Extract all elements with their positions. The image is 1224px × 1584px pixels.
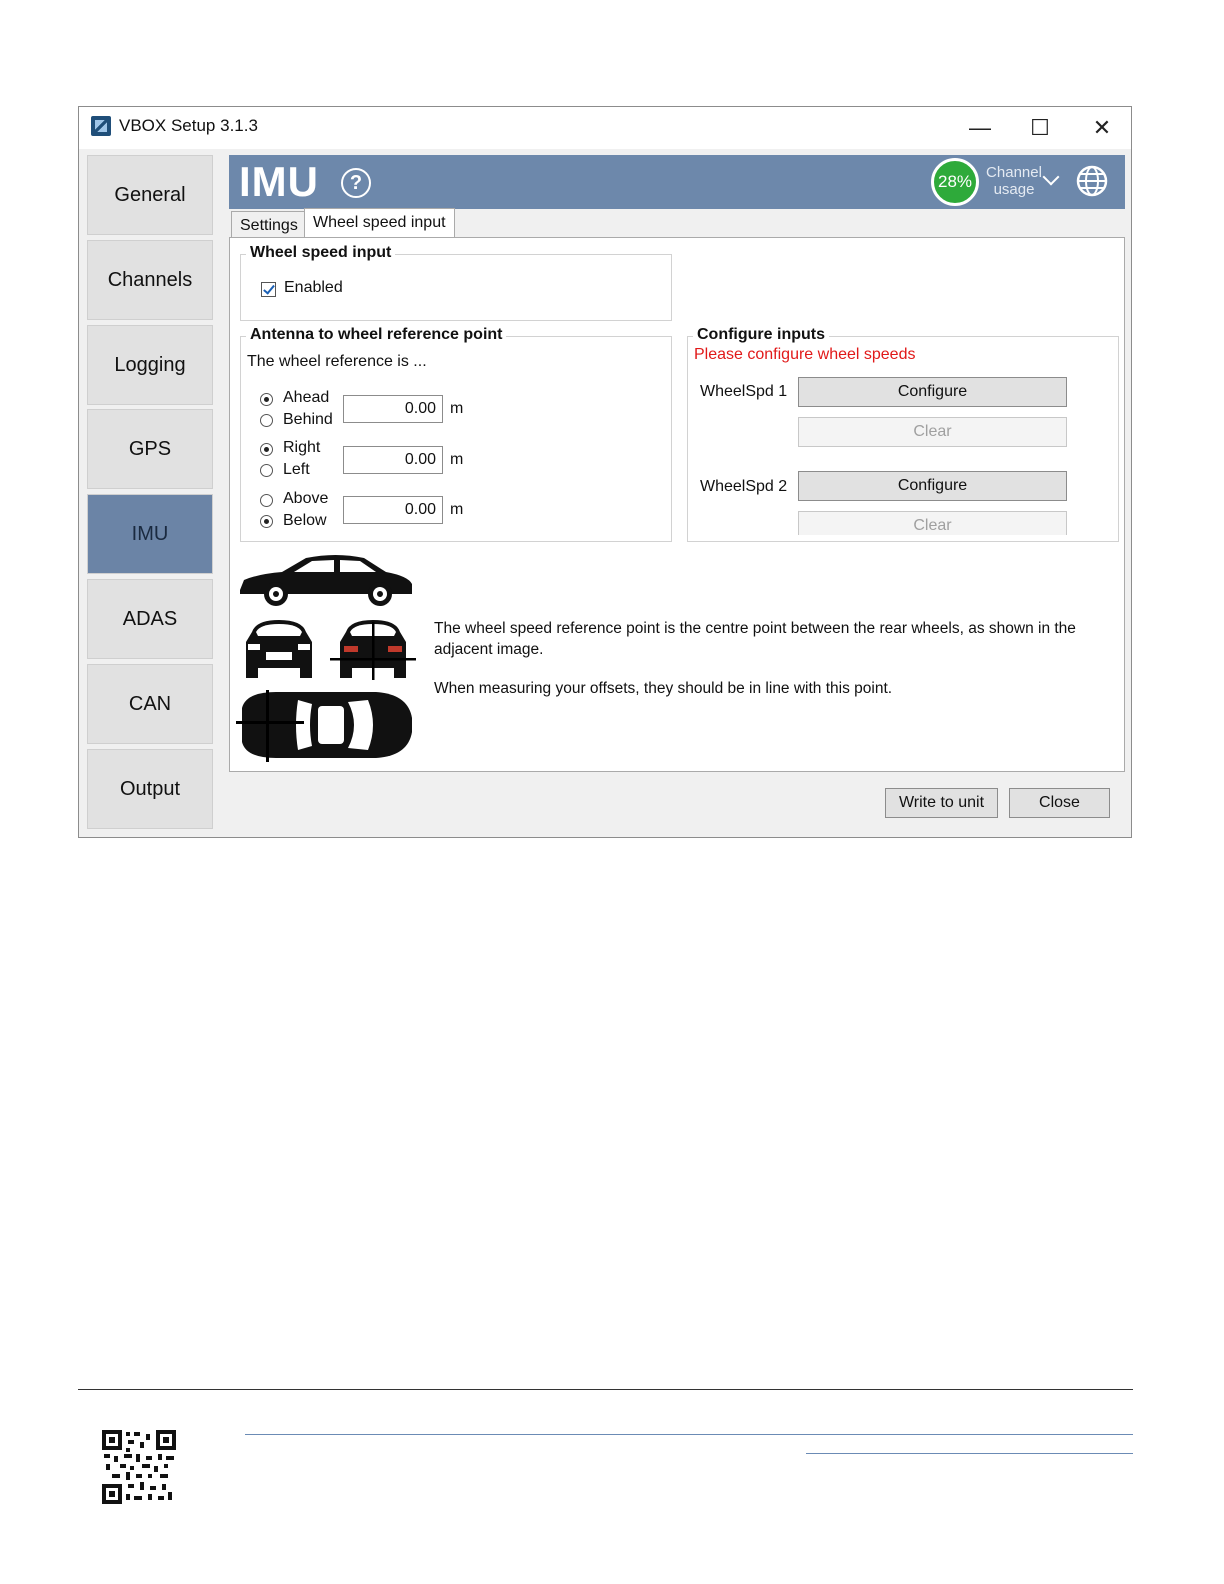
minimize-button[interactable]: — (955, 111, 1005, 145)
unit-label: m (450, 501, 464, 518)
sidebar-item-output[interactable]: Output (87, 749, 213, 829)
tab-panel: Wheel speed input Enabled Antenna to whe… (229, 237, 1125, 772)
sidebar-item-adas[interactable]: ADAS (87, 579, 213, 659)
section-header: IMU ? 28% Channel usage (229, 155, 1125, 209)
radio-below-label: Below (283, 512, 327, 529)
above-offset-input[interactable]: 0.00 (343, 496, 443, 524)
car-side-illustration (240, 555, 412, 606)
description-text-2: When measuring your offsets, they should… (434, 680, 893, 697)
group-title: Configure inputs (693, 326, 829, 344)
group-title: Antenna to wheel reference point (246, 326, 507, 344)
enabled-label: Enabled (284, 279, 343, 296)
reference-line (372, 622, 375, 680)
radio-right-label: Right (283, 439, 321, 456)
wheelspd-2-label: WheelSpd 2 (700, 478, 788, 495)
sidebar-item-can[interactable]: CAN (87, 664, 213, 744)
right-offset-input[interactable]: 0.00 (343, 446, 443, 474)
app-window: VBOX Setup 3.1.3 — ☐ ✕ General Channels … (78, 106, 1132, 838)
clear-wheelspd-2-clip: Clear (798, 511, 1067, 535)
sidebar-item-imu[interactable]: IMU (87, 494, 213, 574)
antenna-intro: The wheel reference is ... (247, 353, 427, 370)
radio-ahead[interactable] (260, 393, 273, 406)
channel-usage-indicator: 28% (931, 158, 979, 206)
write-to-unit-button[interactable]: Write to unit (885, 788, 998, 818)
car-top-illustration (236, 690, 412, 762)
clear-wheelspd-1-button[interactable]: Clear (798, 417, 1067, 447)
group-title: Wheel speed input (246, 244, 396, 262)
qr-code-icon (102, 1430, 176, 1504)
unit-label: m (450, 400, 464, 417)
configure-wheelspd-2-button[interactable]: Configure (798, 471, 1067, 501)
radio-left[interactable] (260, 464, 273, 477)
sidebar-item-general[interactable]: General (87, 155, 213, 235)
radio-below[interactable] (260, 515, 273, 528)
reference-line (266, 690, 269, 762)
radio-behind-label: Behind (283, 411, 333, 428)
page-title: IMU (239, 158, 319, 205)
globe-icon[interactable] (1075, 164, 1109, 198)
channel-usage-dropdown[interactable]: Channel usage (979, 164, 1049, 198)
ahead-offset-input[interactable]: 0.00 (343, 395, 443, 423)
close-window-button[interactable]: ✕ (1077, 111, 1127, 145)
tab-wheel-speed-input[interactable]: Wheel speed input (304, 208, 455, 239)
sidebar-item-gps[interactable]: GPS (87, 409, 213, 489)
channel-usage-label: Channel (986, 164, 1042, 181)
radio-above[interactable] (260, 494, 273, 507)
footer-rule (78, 1389, 1133, 1390)
enabled-checkbox[interactable] (261, 282, 276, 297)
radio-left-label: Left (283, 461, 310, 478)
car-front-illustration (246, 620, 312, 678)
footer-link-underline (806, 1453, 1133, 1454)
radio-above-label: Above (283, 490, 329, 507)
sidebar-item-logging[interactable]: Logging (87, 325, 213, 405)
radio-right[interactable] (260, 443, 273, 456)
description-text-1: The wheel speed reference point is the c… (434, 620, 1076, 658)
sidebar-item-channels[interactable]: Channels (87, 240, 213, 320)
vbox-app-icon (91, 116, 111, 136)
question-circle-icon[interactable]: ? (341, 168, 371, 198)
wheelspd-1-label: WheelSpd 1 (700, 383, 788, 400)
unit-label: m (450, 451, 464, 468)
clear-wheelspd-2-button[interactable]: Clear (798, 511, 1067, 535)
radio-ahead-label: Ahead (283, 389, 330, 406)
configure-warning: Please configure wheel speeds (694, 346, 916, 363)
close-button[interactable]: Close (1009, 788, 1110, 818)
tab-settings[interactable]: Settings (231, 211, 307, 239)
channel-usage-label-2: usage (993, 181, 1035, 198)
car-rear-illustration (330, 620, 416, 680)
maximize-button[interactable]: ☐ (1015, 111, 1065, 145)
radio-behind[interactable] (260, 414, 273, 427)
reference-line (236, 721, 304, 724)
title-bar: VBOX Setup 3.1.3 — ☐ ✕ (79, 107, 1131, 149)
footer-link-underline (245, 1434, 1133, 1435)
configure-wheelspd-1-button[interactable]: Configure (798, 377, 1067, 407)
window-title: VBOX Setup 3.1.3 (119, 116, 258, 135)
